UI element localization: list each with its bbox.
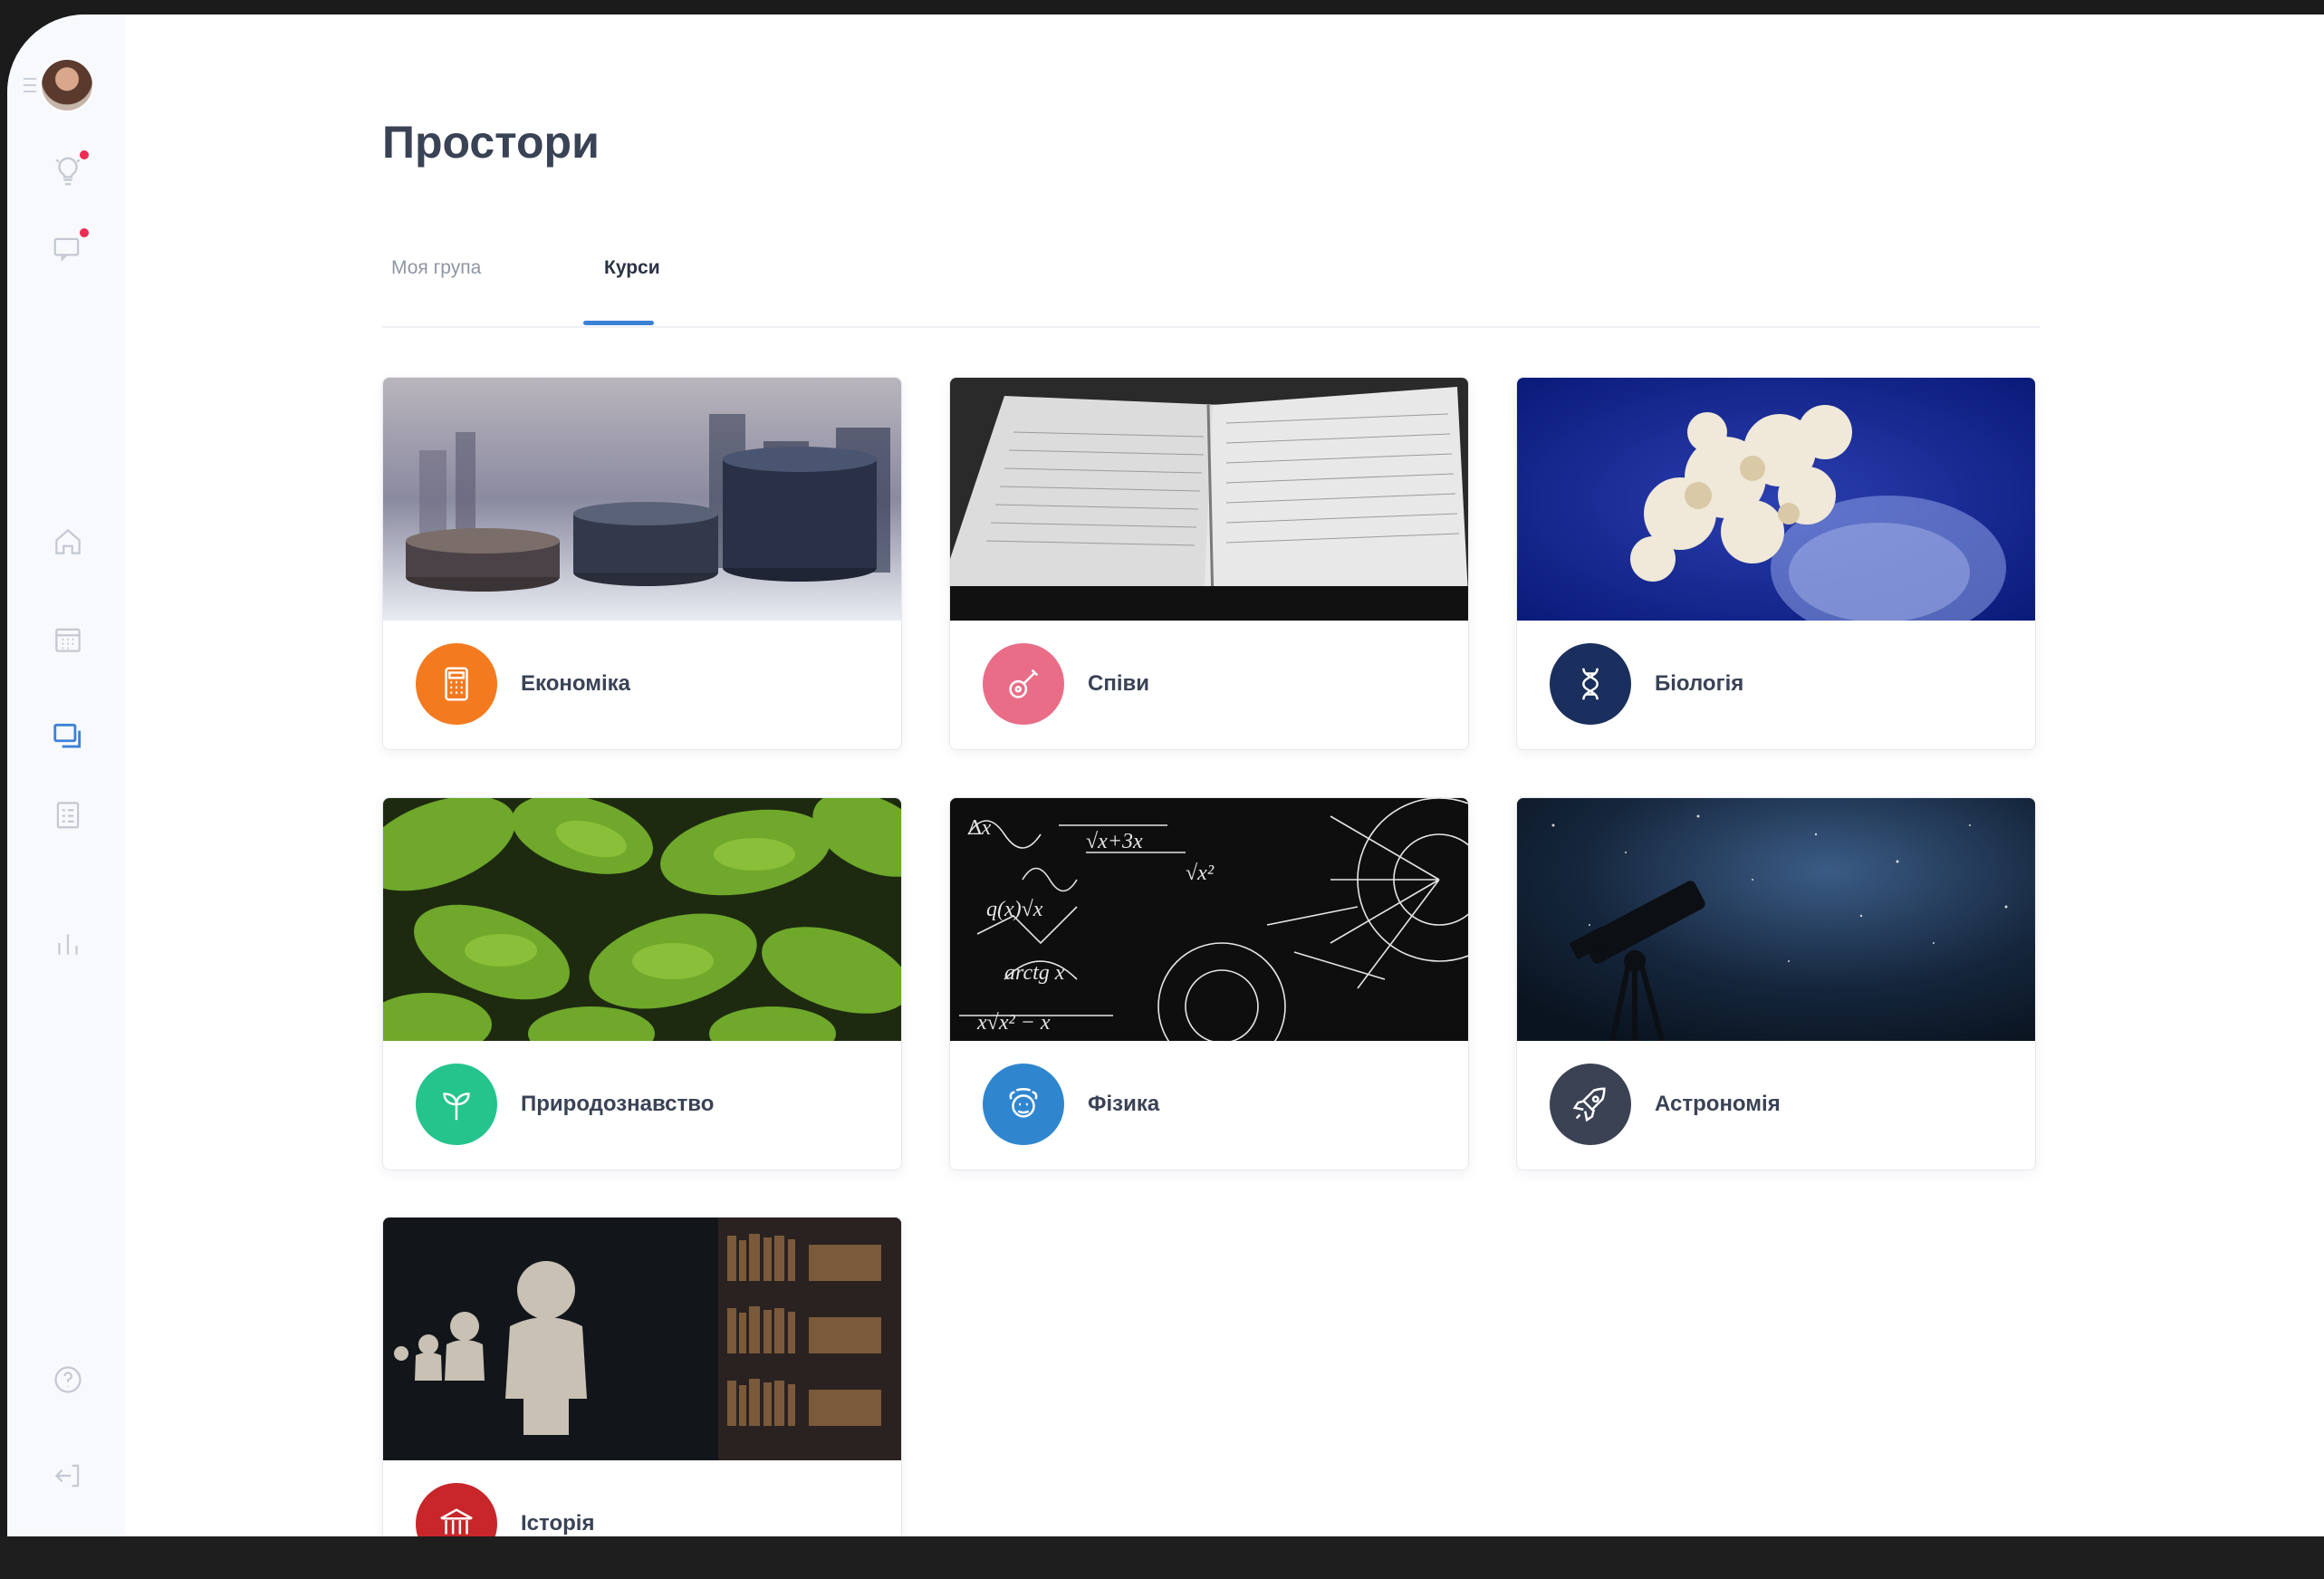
course-image-economics (383, 378, 901, 621)
course-image-astronomy (1517, 798, 2035, 1041)
home-icon[interactable] (43, 517, 92, 566)
svg-text:arctg x: arctg x (1004, 961, 1065, 985)
tab-my-group[interactable]: Моя група (391, 257, 481, 279)
app-screen: Простори Моя група Курси Економіка Співи… (7, 14, 2324, 1536)
stats-icon[interactable] (43, 919, 92, 968)
course-card-biology[interactable]: Біологія (1516, 377, 2036, 750)
course-label: Астрономія (1655, 1092, 1781, 1116)
course-card-economics[interactable]: Економіка (382, 377, 902, 750)
course-image-history (383, 1218, 901, 1460)
dna-icon (1550, 643, 1631, 725)
svg-text:√x²: √x² (1186, 862, 1215, 885)
course-image-physics: ∆x √x+3x q(x)√x arctg x √x² x√x² − x (950, 798, 1468, 1041)
calendar-icon[interactable] (43, 615, 92, 664)
device-bottom-bezel (0, 1536, 2324, 1579)
svg-text:q(x)√x: q(x)√x (986, 898, 1043, 921)
notification-badge (80, 228, 89, 237)
spaces-icon[interactable] (43, 712, 92, 761)
course-card-history[interactable]: Історія (382, 1217, 902, 1536)
course-image-natural-science (383, 798, 901, 1041)
einstein-icon (983, 1064, 1064, 1145)
avatar[interactable] (42, 60, 92, 111)
course-image-biology (1517, 378, 2035, 621)
rocket-icon (1550, 1064, 1631, 1145)
device-frame: Простори Моя група Курси Економіка Співи… (0, 0, 2324, 1579)
tasks-icon[interactable] (43, 790, 92, 839)
course-card-singing[interactable]: Співи (949, 377, 1469, 750)
logout-icon[interactable] (43, 1451, 92, 1500)
page-title: Простори (382, 117, 600, 168)
svg-text:x√x² − x: x√x² − x (976, 1011, 1051, 1035)
course-label: Природознавство (521, 1092, 715, 1116)
chat-icon[interactable] (43, 225, 92, 274)
course-card-physics[interactable]: ∆x √x+3x q(x)√x arctg x √x² x√x² − x Фіз… (949, 797, 1469, 1170)
sidebar (7, 14, 125, 1536)
course-label: Співи (1088, 671, 1150, 696)
course-label: Біологія (1655, 671, 1744, 696)
menu-toggle-icon[interactable] (24, 78, 36, 97)
notification-badge (80, 150, 89, 159)
svg-text:∆x: ∆x (968, 816, 992, 840)
course-image-singing (950, 378, 1468, 621)
lightbulb-icon[interactable] (43, 147, 92, 196)
guitar-icon (983, 643, 1064, 725)
course-card-astronomy[interactable]: Астрономія (1516, 797, 2036, 1170)
tab-courses[interactable]: Курси (604, 257, 660, 279)
course-label: Економіка (521, 671, 630, 696)
svg-text:√x+3x: √x+3x (1086, 830, 1143, 853)
help-icon[interactable] (43, 1355, 92, 1404)
tab-bar: Моя група Курси (382, 232, 2040, 328)
museum-icon (416, 1483, 497, 1536)
course-label: Фізика (1088, 1092, 1160, 1116)
sprout-icon (416, 1064, 497, 1145)
active-tab-indicator (583, 321, 654, 325)
course-label: Історія (521, 1511, 595, 1536)
course-card-natural-science[interactable]: Природознавство (382, 797, 902, 1170)
calculator-icon (416, 643, 497, 725)
